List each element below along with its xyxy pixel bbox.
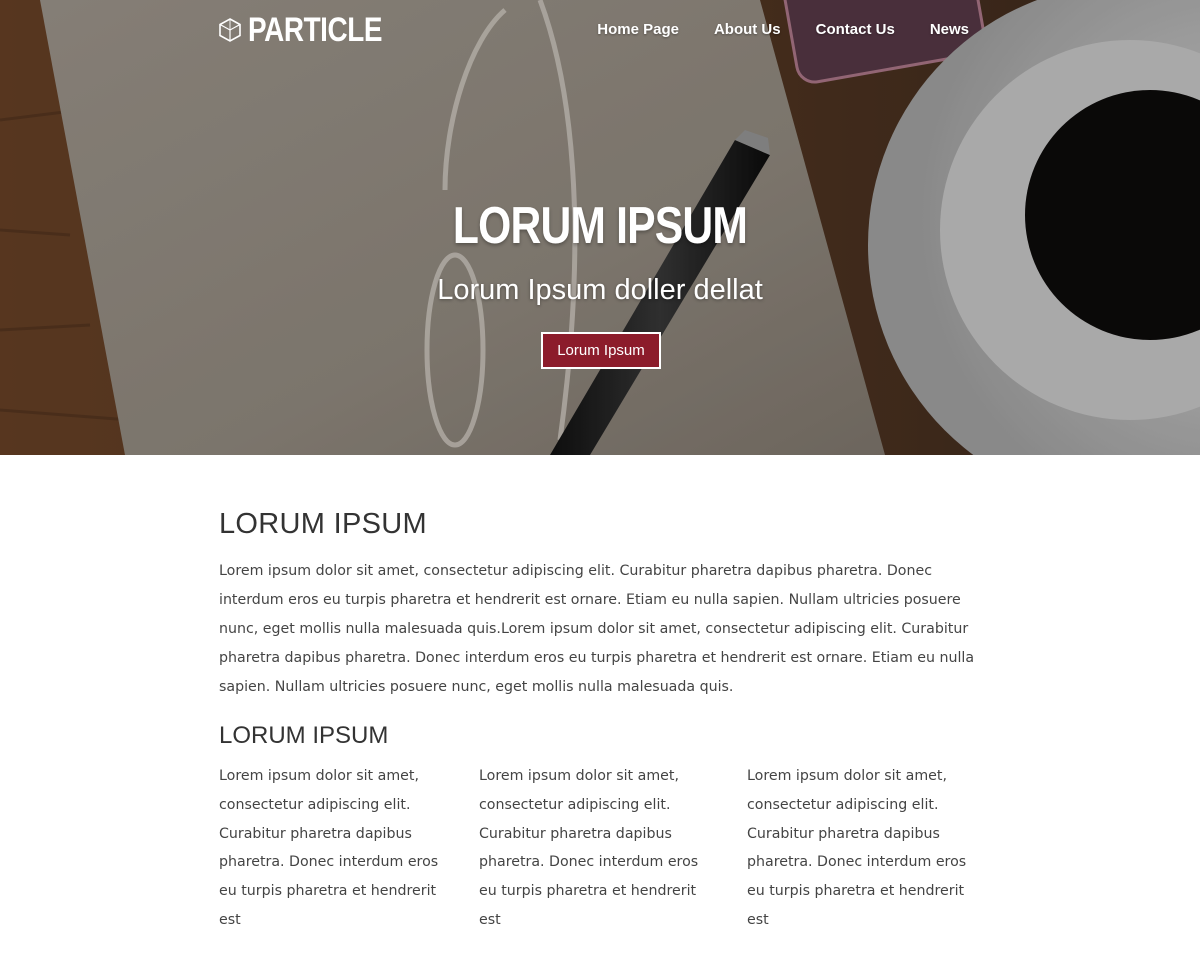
nav-item-contact-us[interactable]: Contact Us [816,21,895,38]
hero-title: LORUM IPSUM [452,197,748,255]
column-text-1: Lorem ipsum dolor sit amet, consectetur … [219,768,439,928]
hero-banner: PARTICLE Home Page About Us Contact Us N… [0,0,1200,455]
three-column-section: Lorem ipsum dolor sit amet, consectetur … [219,762,989,962]
site-header: PARTICLE Home Page About Us Contact Us N… [0,0,1200,62]
main-nav: Home Page About Us Contact Us News [597,21,969,38]
hero-cta-button[interactable]: Lorum Ipsum [541,332,661,369]
intro-paragraph: Lorem ipsum dolor sit amet, consectetur … [219,563,975,695]
section-heading: LORUM IPSUM [219,508,427,540]
logo-text: PARTICLE [248,11,383,49]
nav-item-news[interactable]: News [930,21,969,38]
hexagon-logo-icon [219,18,241,42]
section-subheading: LORUM IPSUM [219,722,389,749]
hero-subtitle: Lorum Ipsum doller dellat [437,274,763,306]
column-text-2: Lorem ipsum dolor sit amet, consectetur … [479,768,699,928]
nav-item-about-us[interactable]: About Us [714,21,781,38]
nav-item-home-page[interactable]: Home Page [597,21,679,38]
site-logo[interactable]: PARTICLE [218,10,411,50]
main-content: LORUM IPSUM Lorem ipsum dolor sit amet, … [219,455,989,962]
column-text-3: Lorem ipsum dolor sit amet, consectetur … [747,768,967,928]
